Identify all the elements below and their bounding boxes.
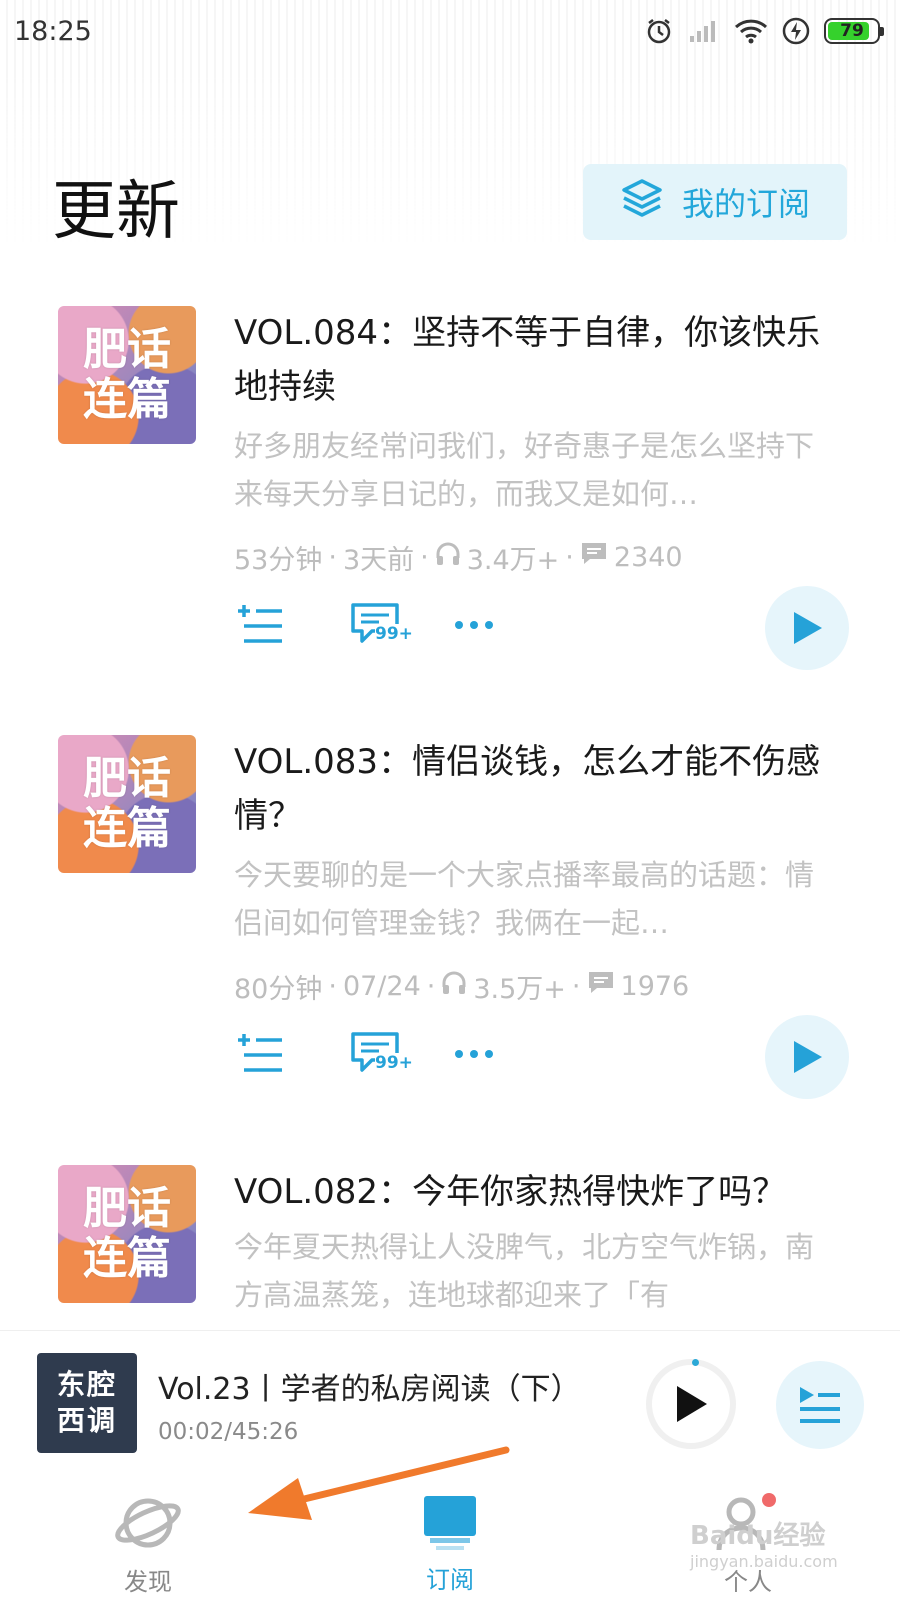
play-button[interactable] <box>765 1015 849 1099</box>
play-icon <box>794 1041 822 1073</box>
mini-player[interactable]: 东腔 西调 Vol.23丨学者的私房阅读（下） 00:02/45:26 <box>0 1330 900 1478</box>
more-button[interactable] <box>454 1049 494 1059</box>
play-icon <box>677 1386 707 1422</box>
headphones-icon <box>435 541 461 574</box>
episode-title[interactable]: VOL.084：坚持不等于自律，你该快乐地持续 <box>234 306 824 414</box>
episode-title[interactable]: VOL.082：今年你家热得快炸了吗？ <box>234 1165 824 1219</box>
episode-actions: 99+ <box>234 1031 494 1077</box>
player-play-button[interactable] <box>646 1359 736 1449</box>
episode-item[interactable]: 肥话 连篇 VOL.082：今年你家热得快炸了吗？ 今年夏天热得让人没脾气，北方空… <box>0 1165 900 1325</box>
progress-dot <box>692 1359 699 1366</box>
layers-icon <box>620 176 664 228</box>
player-time: 00:02/45:26 <box>158 1419 299 1445</box>
tab-discover-label: 发现 <box>124 1568 172 1596</box>
tab-subscribe-label: 订阅 <box>426 1566 474 1594</box>
charging-icon <box>782 17 810 45</box>
comment-badge: 99+ <box>375 1053 413 1073</box>
battery-indicator: 79 <box>824 18 884 44</box>
episode-actions: 99+ <box>234 602 494 648</box>
player-title: Vol.23丨学者的私房阅读（下） <box>158 1372 581 1407</box>
headphones-icon <box>441 970 467 1003</box>
episode-title[interactable]: VOL.083：情侣谈钱，怎么才能不伤感情？ <box>234 735 824 843</box>
status-bar: 18:25 79 <box>0 0 900 62</box>
add-to-playlist-button[interactable] <box>234 603 286 647</box>
episode-description: 今天要聊的是一个大家点播率最高的话题：情侣间如何管理金钱？我俩在一起… <box>234 858 814 940</box>
watermark: Baidu经验 jingyan.baidu.com <box>690 1521 838 1571</box>
add-to-playlist-button[interactable] <box>234 1032 286 1076</box>
episode-cover: 肥话 连篇 <box>58 306 196 444</box>
status-icons: 79 <box>644 16 884 46</box>
playlist-icon <box>800 1387 840 1423</box>
planet-icon <box>115 1498 181 1548</box>
comments-button[interactable]: 99+ <box>342 602 413 648</box>
episode-cover: 肥话 连篇 <box>58 1165 196 1303</box>
play-icon <box>794 612 822 644</box>
comment-count-icon <box>587 970 615 1003</box>
comments-button[interactable]: 99+ <box>342 1031 413 1077</box>
comment-badge: 99+ <box>375 624 413 644</box>
episode-meta: 80分钟 · 07/24 · 3.5万+ · 1976 <box>234 970 690 1005</box>
alarm-icon <box>644 16 674 46</box>
playlist-button[interactable] <box>776 1361 864 1449</box>
page-title: 更新 <box>52 175 180 249</box>
status-time: 18:25 <box>14 15 92 47</box>
more-button[interactable] <box>454 620 494 630</box>
cell-signal-icon <box>688 18 720 44</box>
my-subscriptions-button[interactable]: 我的订阅 <box>583 164 847 240</box>
my-subscriptions-label: 我的订阅 <box>681 185 810 223</box>
tab-subscribe[interactable]: 订阅 <box>350 1478 550 1600</box>
episode-meta: 53分钟 · 3天前 · 3.4万+ · 2340 <box>234 541 683 576</box>
episode-description: 好多朋友经常问我们，好奇惠子是怎么坚持下来每天分享日记的，而我又是如何… <box>234 429 814 511</box>
play-button[interactable] <box>765 586 849 670</box>
wifi-icon <box>734 18 768 44</box>
comment-count-icon <box>580 541 608 574</box>
episode-description: 今年夏天热得让人没脾气，北方空气炸锅，南方高温蒸笼，连地球都迎来了「有 <box>234 1230 814 1312</box>
player-cover: 东腔 西调 <box>37 1353 137 1453</box>
episode-cover: 肥话 连篇 <box>58 735 196 873</box>
tab-discover[interactable]: 发现 <box>48 1478 248 1600</box>
subscribe-icon <box>424 1496 476 1550</box>
